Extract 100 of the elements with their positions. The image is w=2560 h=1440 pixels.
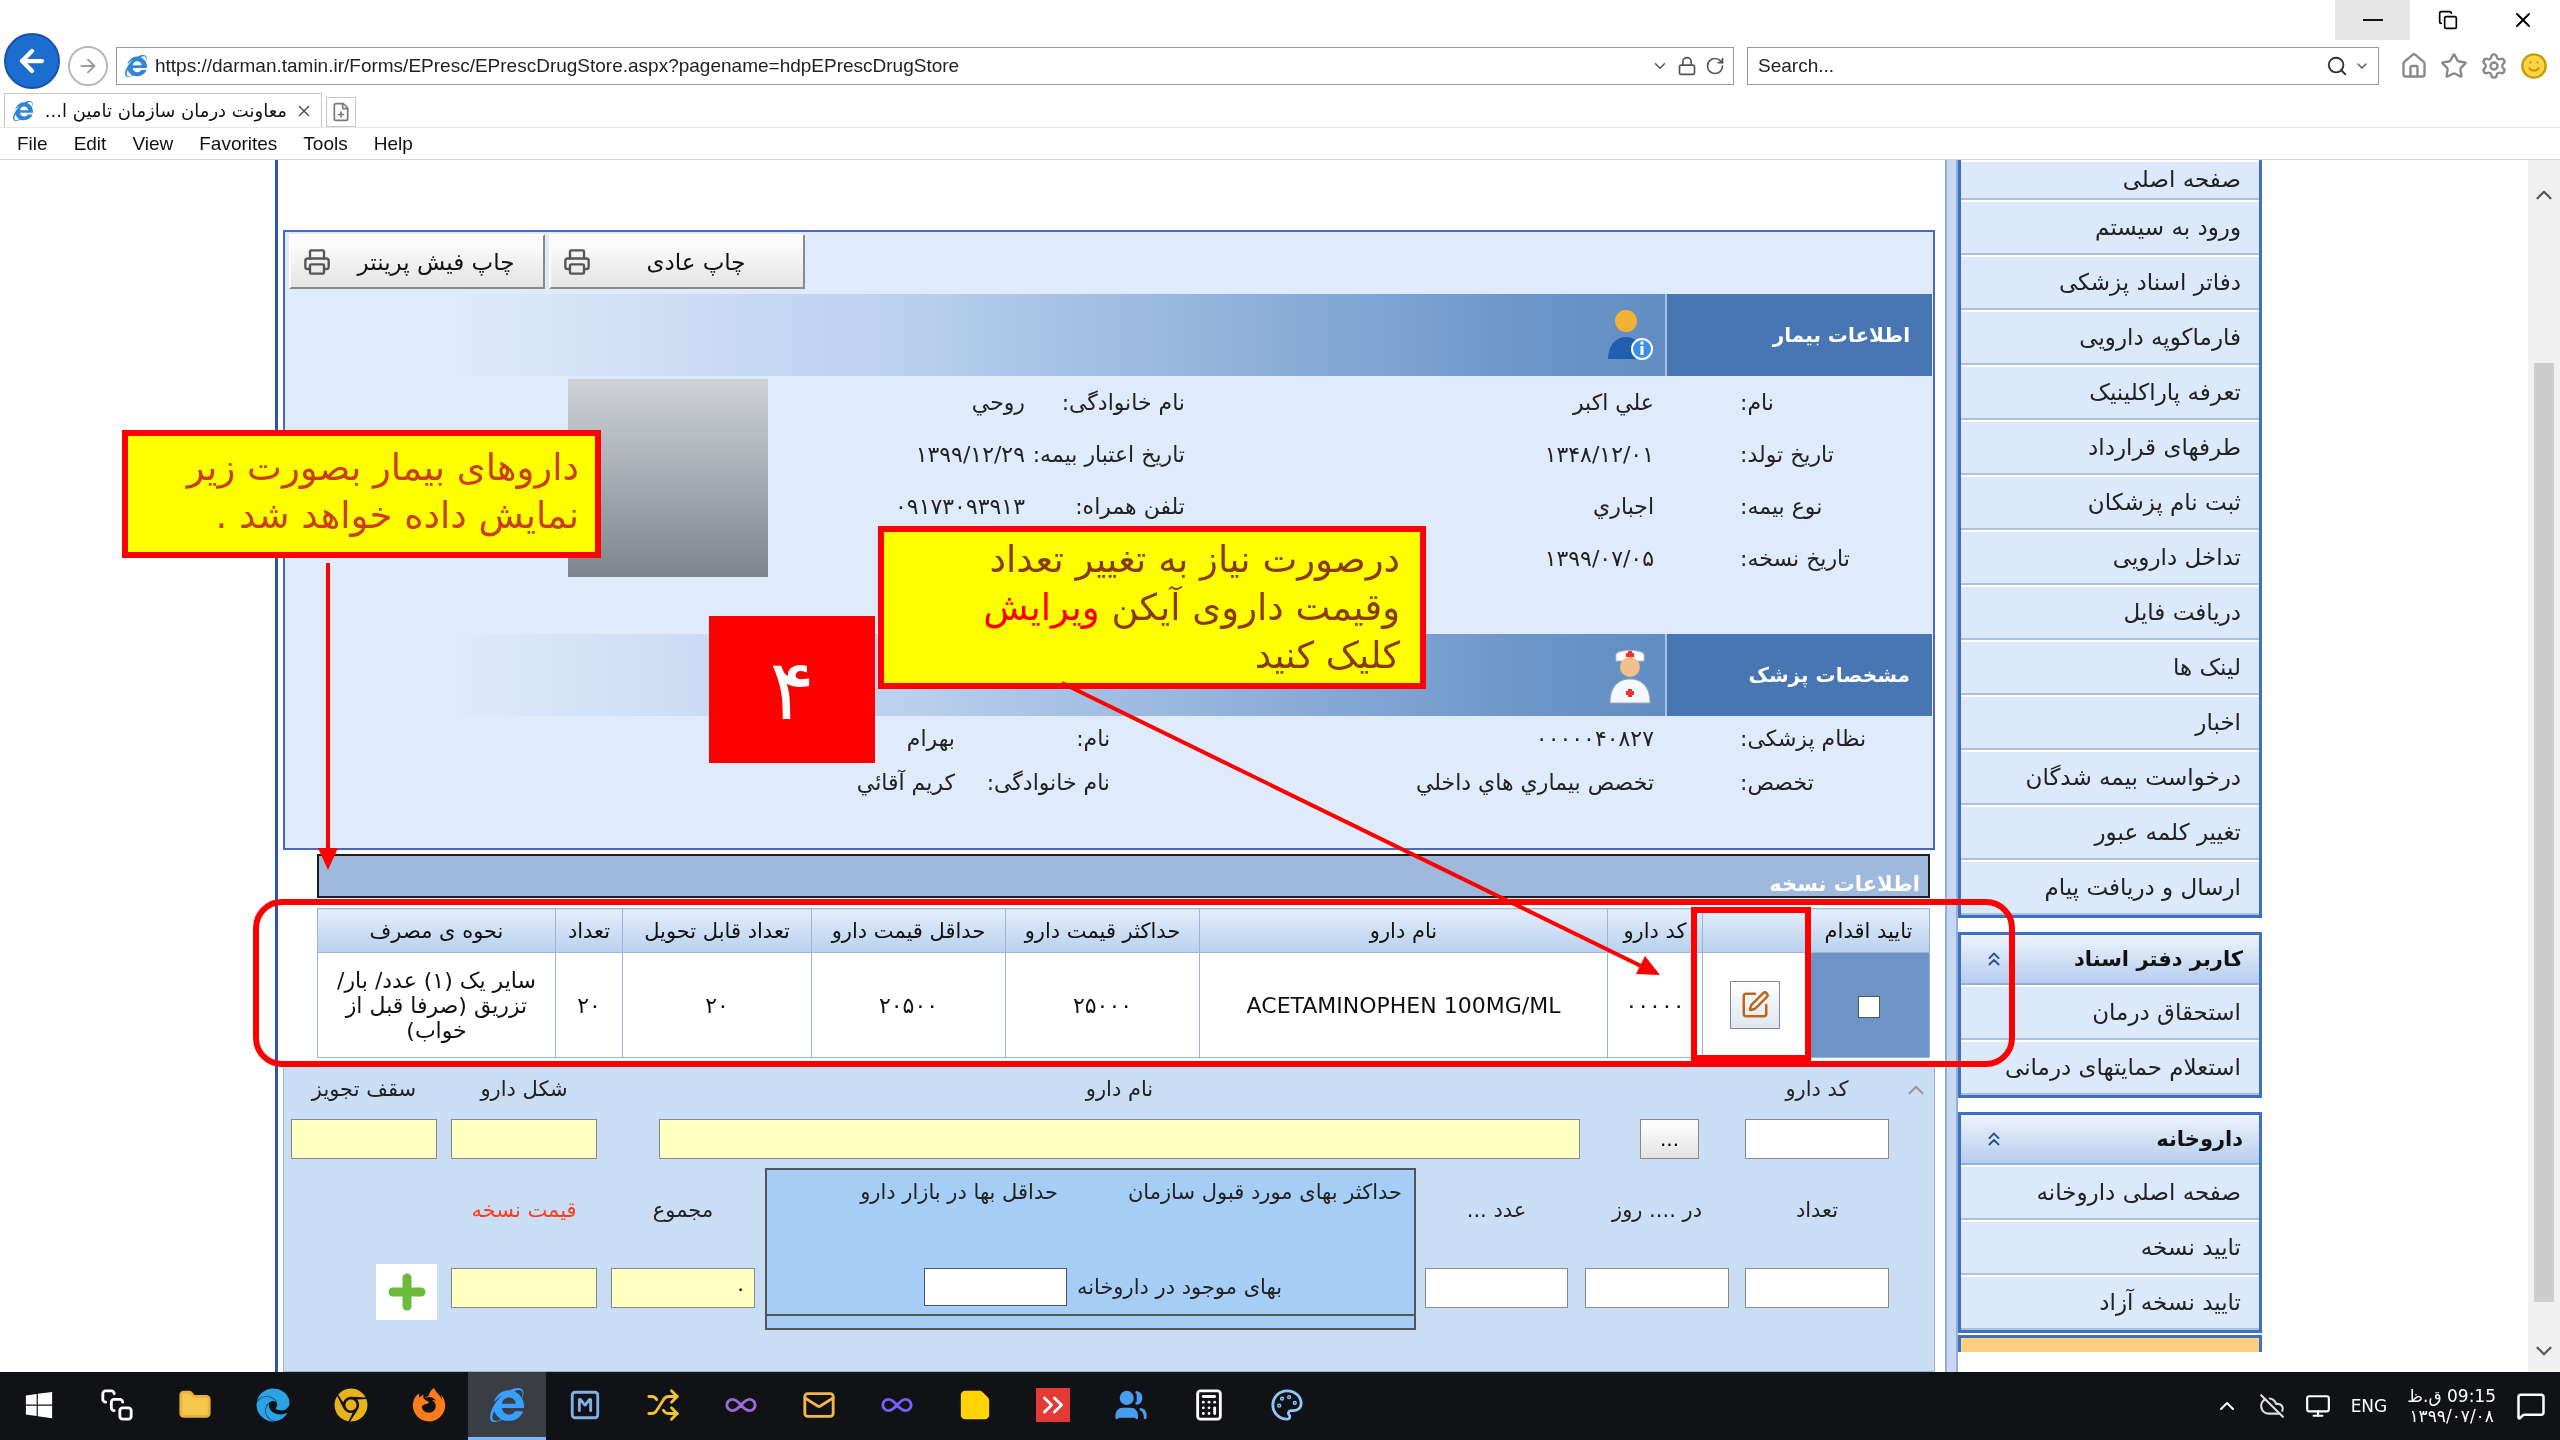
- clock[interactable]: 09:15 ق.ظ ۱۳۹۹/۰۷/۰۸: [2407, 1386, 2496, 1426]
- menu-item[interactable]: Edit: [60, 132, 120, 155]
- search-icon[interactable]: [2326, 54, 2348, 77]
- home-icon[interactable]: [2400, 51, 2428, 80]
- menu-item[interactable]: Help: [360, 132, 426, 155]
- table-cell: ۲۰۵۰۰: [878, 992, 939, 1018]
- sidebar-item[interactable]: [1958, 1335, 2262, 1352]
- menu-item[interactable]: Favorites: [186, 132, 291, 155]
- sidebar-item[interactable]: طرفهای قرارداد: [1961, 420, 2259, 475]
- sidebar-item[interactable]: تداخل دارویی: [1961, 530, 2259, 585]
- sidebar-item[interactable]: ورود به سیستم: [1961, 200, 2259, 255]
- input-field[interactable]: [1585, 1268, 1729, 1308]
- input-field[interactable]: [659, 1119, 1580, 1159]
- field-value: روحي: [971, 389, 1025, 415]
- table-cell: ACETAMINOPHEN 100MG/ML: [1246, 992, 1561, 1018]
- field-value: ۰۰۰۰۰۴۰۸۲۷: [1535, 725, 1654, 751]
- app-icon: [1036, 1387, 1070, 1422]
- menu-item[interactable]: Tools: [290, 132, 361, 155]
- browse-button[interactable]: ...: [1640, 1119, 1699, 1159]
- sidebar-item[interactable]: ثبت نام پزشکان: [1961, 475, 2259, 530]
- menu-item[interactable]: View: [119, 132, 187, 155]
- input-field[interactable]: [291, 1119, 437, 1159]
- page-icon: [13, 100, 33, 121]
- search-field[interactable]: Search...: [1747, 46, 2379, 85]
- input-field[interactable]: [1745, 1119, 1889, 1159]
- sidebar-item[interactable]: لینک ها: [1961, 640, 2259, 695]
- field-label: نوع بیمه:: [1740, 493, 1823, 519]
- column-header: کد دارو: [1607, 908, 1703, 953]
- field-label: تلفن همراه:: [1075, 493, 1185, 519]
- page-icon: [125, 54, 147, 77]
- sidebar-item[interactable]: فارماکوپه دارویی: [1961, 310, 2259, 365]
- column-header: نحوه ی مصرف: [317, 908, 556, 953]
- task-view-icon: [100, 1387, 134, 1422]
- network-error-icon[interactable]: [2258, 1393, 2285, 1419]
- sidebar-item[interactable]: تایید نسخه آزاد: [1961, 1275, 2259, 1330]
- field-label: سقف تجویز: [311, 1077, 417, 1103]
- sidebar-item[interactable]: استحقاق درمان: [1961, 985, 2259, 1040]
- print-button[interactable]: چاپ عادی: [549, 234, 805, 289]
- field-value: تخصص بيماري هاي داخلي: [1416, 769, 1654, 795]
- palette-icon: [1270, 1387, 1304, 1422]
- sidebar-item[interactable]: تعرفه پاراکلینیک: [1961, 365, 2259, 420]
- table-cell: ۲۵۰۰۰: [1072, 992, 1133, 1018]
- input-field[interactable]: ۰: [611, 1268, 755, 1308]
- refresh-icon[interactable]: [1705, 55, 1725, 76]
- address-field[interactable]: https://darman.tamin.ir/Forms/EPresc/EPrescDrugStore.aspx?pagename=hdpEPrescDrugStore: [116, 46, 1734, 85]
- input-field[interactable]: [1425, 1268, 1568, 1308]
- sidebar-section-header[interactable]: کاربر دفتر اسناد: [1961, 932, 2259, 985]
- sidebar-item[interactable]: درخواست بیمه شدگان: [1961, 750, 2259, 805]
- field-label: کد دارو: [1785, 1077, 1849, 1103]
- checkbox[interactable]: [1857, 995, 1880, 1018]
- sidebar-section-header[interactable]: داروخانه: [1961, 1112, 2259, 1165]
- clock-time: 09:15 ق.ظ: [2407, 1386, 2496, 1406]
- input-field[interactable]: [923, 1268, 1067, 1306]
- field-value: کريم آقائي: [856, 769, 955, 795]
- sidebar-item[interactable]: دفاتر اسناد پزشکی: [1961, 255, 2259, 310]
- monitor-icon[interactable]: [2304, 1393, 2331, 1419]
- field-label: قیمت نسخه: [471, 1198, 577, 1224]
- forward-button[interactable]: [68, 45, 108, 86]
- field-label: شکل دارو: [480, 1077, 568, 1103]
- print-button[interactable]: چاپ فیش پرینتر: [289, 234, 545, 289]
- language-indicator[interactable]: ENG: [2350, 1396, 2388, 1416]
- browser-tab[interactable]: معاونت درمان سازمان تامین ا...: [4, 93, 322, 128]
- menu-item[interactable]: File: [4, 132, 61, 155]
- sidebar-item[interactable]: دریافت فایل: [1961, 585, 2259, 640]
- search-input[interactable]: Search...: [1756, 53, 2320, 78]
- field-label: تاریخ تولد:: [1740, 441, 1834, 467]
- section-title: مشخصات پزشک: [1665, 634, 1932, 716]
- field-label: تاریخ نسخه:: [1740, 545, 1850, 571]
- tab-title: معاونت درمان سازمان تامین ا...: [43, 100, 287, 122]
- notification-icon[interactable]: [2516, 1391, 2546, 1421]
- star-icon[interactable]: [2440, 51, 2468, 80]
- table-cell: ۲۰: [705, 992, 729, 1018]
- start-icon: [24, 1389, 54, 1420]
- sidebar-item[interactable]: اخبار: [1961, 695, 2259, 750]
- sidebar-item[interactable]: صفحه اصلی داروخانه: [1961, 1165, 2259, 1220]
- settings-icon[interactable]: [2480, 51, 2508, 80]
- scrollbar[interactable]: [2528, 160, 2560, 1372]
- table-cell: سایر یک (۱) عدد/ بار/ تزریق (صرفا قبل از خواب): [337, 967, 536, 1043]
- field-label: تخصص:: [1740, 769, 1814, 795]
- scroll-thumb[interactable]: [2534, 363, 2554, 1302]
- column-header: تعداد قابل تحویل: [622, 908, 812, 953]
- field-label: نام دارو: [1085, 1077, 1154, 1103]
- edit-button[interactable]: [1730, 981, 1780, 1029]
- input-field[interactable]: [451, 1119, 597, 1159]
- app-icon: [646, 1387, 680, 1422]
- smiley-icon[interactable]: [2520, 51, 2548, 80]
- sidebar-item[interactable]: ارسال و دریافت پیام: [1961, 860, 2259, 915]
- field-label: حداقل بها در بازار دارو: [860, 1180, 1058, 1204]
- step-number: ۴: [709, 616, 875, 763]
- sidebar-item[interactable]: تغییر کلمه عبور: [1961, 805, 2259, 860]
- sidebar-item[interactable]: صفحه اصلی: [1961, 160, 2259, 200]
- input-field[interactable]: [451, 1268, 597, 1308]
- sidebar-item[interactable]: تایید نسخه: [1961, 1220, 2259, 1275]
- sidebar-item[interactable]: استعلام حمایتهای درمانی: [1961, 1040, 2259, 1095]
- column-header: نام دارو: [1199, 908, 1608, 953]
- new-tab-button[interactable]: [326, 97, 356, 128]
- input-field[interactable]: [1745, 1268, 1889, 1308]
- field-value: ۱۳۹۹/۰۷/۰۵: [1544, 545, 1654, 571]
- back-button[interactable]: [4, 32, 60, 89]
- field-label: در .... روز: [1612, 1198, 1702, 1224]
